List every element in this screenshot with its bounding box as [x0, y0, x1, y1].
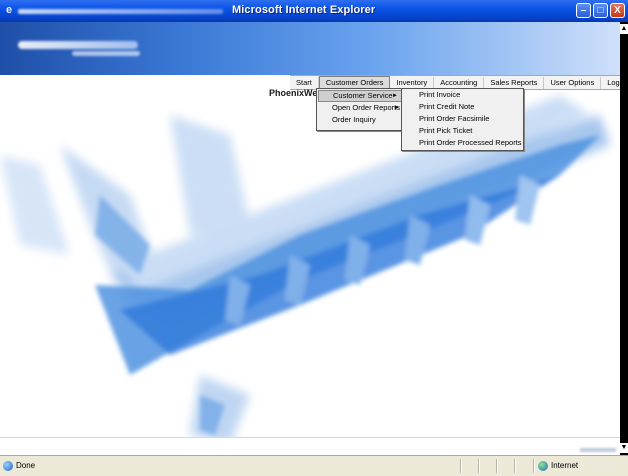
status-pane-divider	[533, 459, 535, 473]
app-name-label: PhoenixWe	[269, 88, 318, 98]
menu-start[interactable]: Start	[290, 76, 319, 89]
status-text: Done	[16, 461, 36, 470]
menu-inventory[interactable]: Inventory	[390, 76, 435, 89]
menu-item-label: Order Inquiry	[332, 115, 376, 124]
menu-accounting[interactable]: Accounting	[434, 76, 485, 89]
submenu-arrow-icon: ►	[392, 93, 398, 99]
menu-item-print-credit-note[interactable]: Print Credit Note	[402, 101, 523, 113]
menu-item-print-order-facsimile[interactable]: Print Order Facsimile	[402, 113, 523, 125]
menu-sales-reports[interactable]: Sales Reports	[484, 76, 545, 89]
page-done-icon	[3, 461, 13, 471]
blurred-logo-subtitle	[72, 51, 140, 56]
internet-zone-icon	[538, 461, 548, 471]
blurred-page-title	[18, 9, 223, 14]
menu-item-print-order-processed-reports[interactable]: Print Order Processed Reports	[402, 137, 523, 149]
submenu-arrow-icon: ►	[394, 105, 400, 111]
header-banner	[0, 22, 620, 75]
status-bar: Done Internet	[0, 455, 628, 476]
minimize-button[interactable]: –	[576, 3, 591, 18]
security-zone-label: Internet	[551, 461, 579, 470]
page-footer	[0, 437, 620, 456]
status-pane-divider	[514, 459, 516, 473]
customer-service-submenu: Print Invoice Print Credit Note Print Or…	[401, 88, 524, 151]
status-pane-divider	[496, 459, 498, 473]
vertical-scrollbar[interactable]: ▲ ▼	[620, 22, 628, 455]
menu-item-print-invoice[interactable]: Print Invoice	[402, 89, 523, 101]
menu-item-open-order-reports[interactable]: Open Order Reports ►	[317, 102, 403, 114]
menu-user-options[interactable]: User Options	[544, 76, 602, 89]
scroll-up-icon[interactable]: ▲	[620, 24, 628, 34]
status-pane-divider	[478, 459, 480, 473]
window-title: Microsoft Internet Explorer	[232, 4, 376, 16]
menu-item-order-inquiry[interactable]: Order Inquiry	[317, 114, 403, 126]
title-bar: e Microsoft Internet Explorer – □ X	[0, 0, 628, 22]
blurred-footer-text	[580, 448, 616, 452]
blurred-logo	[18, 41, 138, 49]
internet-explorer-icon[interactable]: e	[3, 4, 15, 16]
maximize-button[interactable]: □	[593, 3, 608, 18]
menu-item-label: Open Order Reports	[332, 103, 400, 112]
menu-item-label: Customer Service	[333, 91, 393, 100]
background-graphic	[0, 95, 610, 445]
close-button[interactable]: X	[610, 3, 625, 18]
customer-orders-dropdown: Customer Service ► Open Order Reports ► …	[316, 88, 404, 131]
scroll-down-icon[interactable]: ▼	[620, 443, 628, 453]
page-content	[0, 75, 620, 455]
menu-item-print-pick-ticket[interactable]: Print Pick Ticket	[402, 125, 523, 137]
status-pane-divider	[460, 459, 462, 473]
menu-item-customer-service[interactable]: Customer Service ►	[318, 90, 402, 102]
